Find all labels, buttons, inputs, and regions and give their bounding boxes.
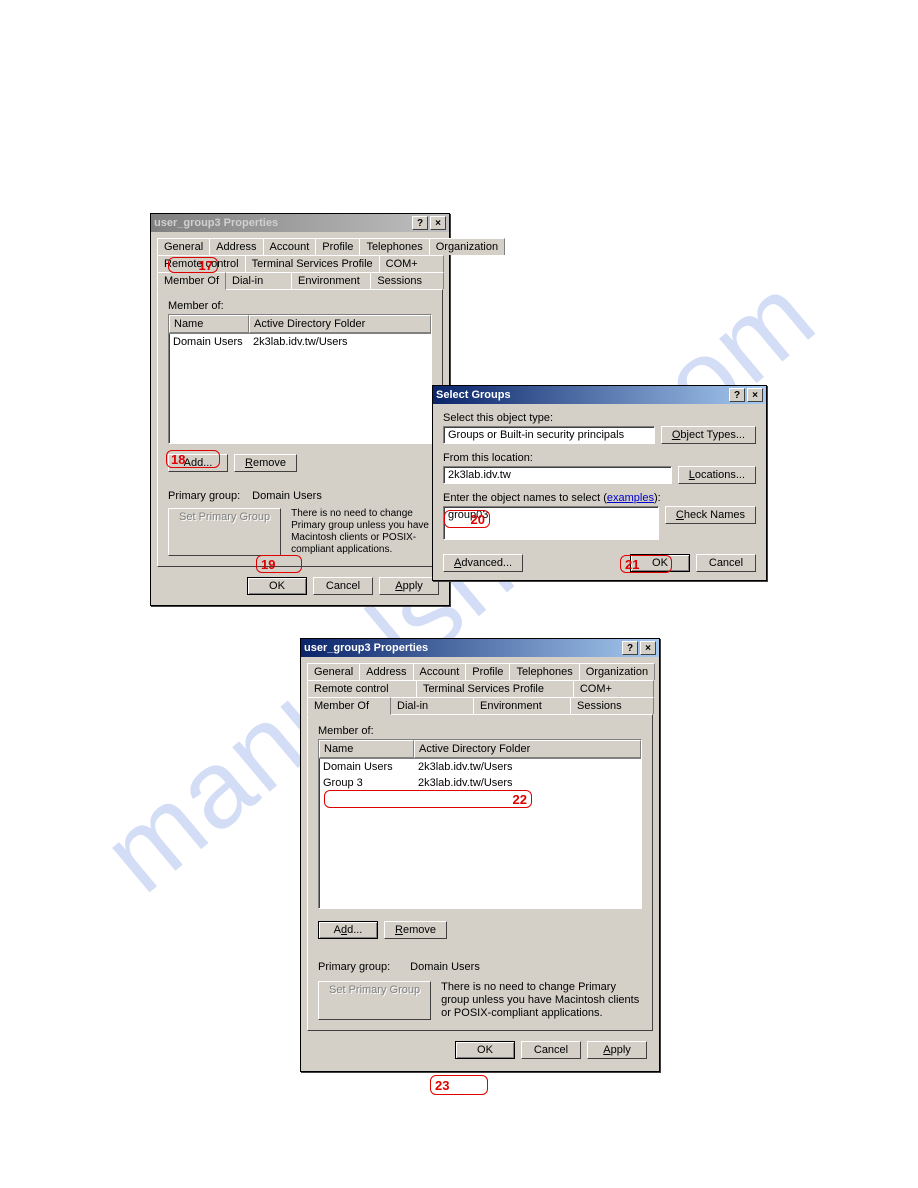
user-properties-dialog-upper: user_group3 Properties ? × General Addre… [150, 213, 450, 606]
from-location-label: From this location: [443, 452, 756, 464]
apply-button[interactable]: Apply [587, 1041, 647, 1059]
tab-dial-in[interactable]: Dial-in [390, 697, 474, 714]
tab-dial-in[interactable]: Dial-in [225, 272, 292, 289]
col-folder[interactable]: Active Directory Folder [414, 740, 641, 758]
close-icon[interactable]: × [747, 388, 763, 402]
tab-remote-control[interactable]: Remote control [157, 255, 246, 272]
primary-group-label: Primary group: [318, 961, 390, 973]
remove-button[interactable]: Remove [384, 921, 447, 939]
member-of-panel: Member of: Name Active Directory Folder … [307, 714, 653, 1031]
ok-button[interactable]: OK [247, 577, 307, 595]
tab-address[interactable]: Address [209, 238, 263, 255]
list-item[interactable]: Domain Users 2k3lab.idv.tw/Users [319, 759, 641, 775]
help-icon[interactable]: ? [412, 216, 428, 230]
add-button[interactable]: Add... [168, 454, 228, 472]
list-item[interactable]: Domain Users 2k3lab.idv.tw/Users [169, 334, 431, 350]
member-of-panel: Member of: Name Active Directory Folder … [157, 289, 443, 567]
locations-button[interactable]: Locations... [678, 466, 756, 484]
select-groups-dialog: Select Groups ? × Select this object typ… [432, 385, 767, 581]
enter-object-names-label: Enter the object names to select (exampl… [443, 492, 756, 504]
cancel-button[interactable]: Cancel [696, 554, 756, 572]
ok-button[interactable]: OK [455, 1041, 515, 1059]
member-of-label: Member of: [318, 725, 642, 737]
close-icon[interactable]: × [640, 641, 656, 655]
tab-organization[interactable]: Organization [429, 238, 505, 255]
titlebar[interactable]: user_group3 Properties ? × [151, 214, 449, 232]
select-object-type-label: Select this object type: [443, 412, 756, 424]
close-icon[interactable]: × [430, 216, 446, 230]
tab-profile[interactable]: Profile [465, 663, 510, 680]
col-folder[interactable]: Active Directory Folder [249, 315, 431, 333]
help-icon[interactable]: ? [622, 641, 638, 655]
dialog-title: user_group3 Properties [154, 217, 410, 229]
member-of-list[interactable]: Name Active Directory Folder Domain User… [318, 739, 642, 909]
primary-group-value: Domain Users [252, 490, 322, 502]
col-name[interactable]: Name [169, 315, 249, 333]
tab-sessions[interactable]: Sessions [570, 697, 654, 714]
tab-sessions[interactable]: Sessions [370, 272, 444, 289]
dialog-title: user_group3 Properties [304, 642, 620, 654]
tab-general[interactable]: General [307, 663, 360, 680]
object-names-input[interactable]: group03 [443, 506, 659, 540]
help-icon[interactable]: ? [729, 388, 745, 402]
tab-com-plus[interactable]: COM+ [379, 255, 444, 272]
member-of-label: Member of: [168, 300, 432, 312]
apply-button[interactable]: Apply [379, 577, 439, 595]
check-names-button[interactable]: Check Names [665, 506, 756, 524]
titlebar[interactable]: Select Groups ? × [433, 386, 766, 404]
tab-terminal-services[interactable]: Terminal Services Profile [416, 680, 574, 697]
primary-group-note: There is no need to change Primary group… [291, 508, 432, 556]
add-button[interactable]: Add... [318, 921, 378, 939]
tab-member-of[interactable]: Member Of [157, 272, 226, 290]
tab-member-of[interactable]: Member Of [307, 697, 391, 715]
tab-environment[interactable]: Environment [291, 272, 371, 289]
tab-terminal-services[interactable]: Terminal Services Profile [245, 255, 380, 272]
list-item[interactable]: Group 3 2k3lab.idv.tw/Users [319, 775, 641, 791]
callout-23: 23 [430, 1075, 488, 1095]
tab-account[interactable]: Account [413, 663, 467, 680]
object-type-field: Groups or Built-in security principals [443, 426, 655, 444]
cancel-button[interactable]: Cancel [313, 577, 373, 595]
cancel-button[interactable]: Cancel [521, 1041, 581, 1059]
tab-remote-control[interactable]: Remote control [307, 680, 417, 697]
titlebar[interactable]: user_group3 Properties ? × [301, 639, 659, 657]
tab-telephones[interactable]: Telephones [509, 663, 579, 680]
object-types-button[interactable]: Object Types... [661, 426, 756, 444]
tab-environment[interactable]: Environment [473, 697, 571, 714]
dialog-title: Select Groups [436, 389, 727, 401]
remove-button[interactable]: Remove [234, 454, 297, 472]
tab-account[interactable]: Account [263, 238, 317, 255]
col-name[interactable]: Name [319, 740, 414, 758]
member-of-list[interactable]: Name Active Directory Folder Domain User… [168, 314, 432, 444]
set-primary-group-button: Set Primary Group [168, 508, 281, 556]
tab-address[interactable]: Address [359, 663, 413, 680]
ok-button[interactable]: OK [630, 554, 690, 572]
tab-telephones[interactable]: Telephones [359, 238, 429, 255]
tabset: General Address Account Profile Telephon… [157, 238, 443, 289]
user-properties-dialog-lower: user_group3 Properties ? × General Addre… [300, 638, 660, 1072]
advanced-button[interactable]: Advanced... [443, 554, 523, 572]
tabset: General Address Account Profile Telephon… [307, 663, 653, 714]
primary-group-note: There is no need to change Primary group… [441, 981, 642, 1020]
tab-profile[interactable]: Profile [315, 238, 360, 255]
primary-group-label: Primary group: [168, 490, 240, 502]
primary-group-value: Domain Users [410, 961, 480, 973]
tab-organization[interactable]: Organization [579, 663, 655, 680]
tab-com-plus[interactable]: COM+ [573, 680, 654, 697]
examples-link[interactable]: examples [607, 492, 654, 504]
tab-general[interactable]: General [157, 238, 210, 255]
location-field: 2k3lab.idv.tw [443, 466, 672, 484]
set-primary-group-button: Set Primary Group [318, 981, 431, 1020]
